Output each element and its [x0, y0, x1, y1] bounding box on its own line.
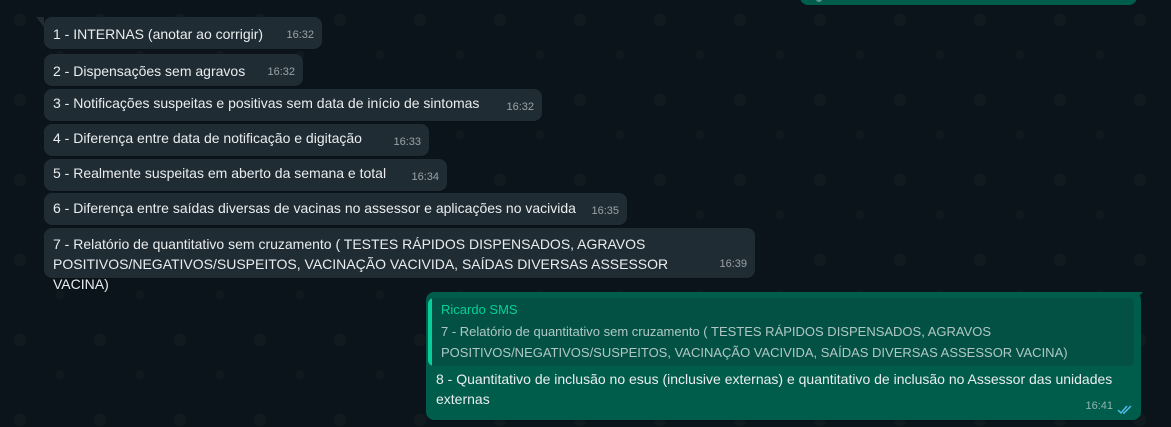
- message-time: 16:41: [1085, 400, 1113, 412]
- message-time: 16:32: [286, 29, 314, 41]
- message-text: 7 - Relatório de quantitativo sem cruzam…: [53, 236, 669, 292]
- message-text: 4 - Diferença entre data de notificação …: [53, 130, 362, 146]
- message-text: 5 - Realmente suspeitas em aberto da sem…: [53, 165, 387, 181]
- message-text: 1 - INTERNAS (anotar ao corrigir): [53, 26, 264, 42]
- message-bubble[interactable]: 6 - Diferença entre saídas diversas de v…: [44, 193, 627, 225]
- message-bubble[interactable]: 4 - Diferença entre data de notificação …: [44, 124, 429, 156]
- message-time: 16:32: [267, 66, 295, 78]
- message-bubble[interactable]: 1 - INTERNAS (anotar ao corrigir) 16:32: [44, 17, 322, 49]
- quoted-author: Ricardo SMS: [441, 302, 518, 317]
- quoted-text: 7 - Relatório de quantitativo sem cruzam…: [441, 324, 1068, 360]
- message-text: 3 - Notificações suspeitas e positivas s…: [53, 95, 480, 111]
- quoted-message[interactable]: Ricardo SMS 7 - Relatório de quantitativ…: [428, 298, 1134, 366]
- message-text: 8 - Quantitativo de inclusão no esus (in…: [436, 371, 1113, 407]
- message-text: 2 - Dispensações sem agravos: [53, 63, 246, 79]
- double-check-read-icon: [1117, 405, 1132, 415]
- message-tail-icon: [816, 0, 822, 2]
- message-time: 16:32: [506, 101, 534, 113]
- message-text: 6 - Diferença entre saídas diversas de v…: [53, 200, 576, 216]
- quote-accent-bar: [428, 298, 432, 366]
- message-bubble[interactable]: 2 - Dispensações sem agravos 16:32: [44, 54, 303, 86]
- message-time: 16:35: [591, 205, 619, 217]
- message-time: 16:33: [393, 136, 421, 148]
- previous-outgoing-message[interactable]: [800, 0, 1137, 5]
- message-time: 16:39: [719, 258, 747, 270]
- message-time: 16:34: [411, 171, 439, 183]
- message-bubble[interactable]: 7 - Relatório de quantitativo sem cruzam…: [44, 228, 755, 292]
- bubble-tail-icon: [36, 17, 44, 27]
- message-bubble[interactable]: 5 - Realmente suspeitas em aberto da sem…: [44, 159, 447, 191]
- message-bubble[interactable]: 3 - Notificações suspeitas e positivas s…: [44, 89, 542, 121]
